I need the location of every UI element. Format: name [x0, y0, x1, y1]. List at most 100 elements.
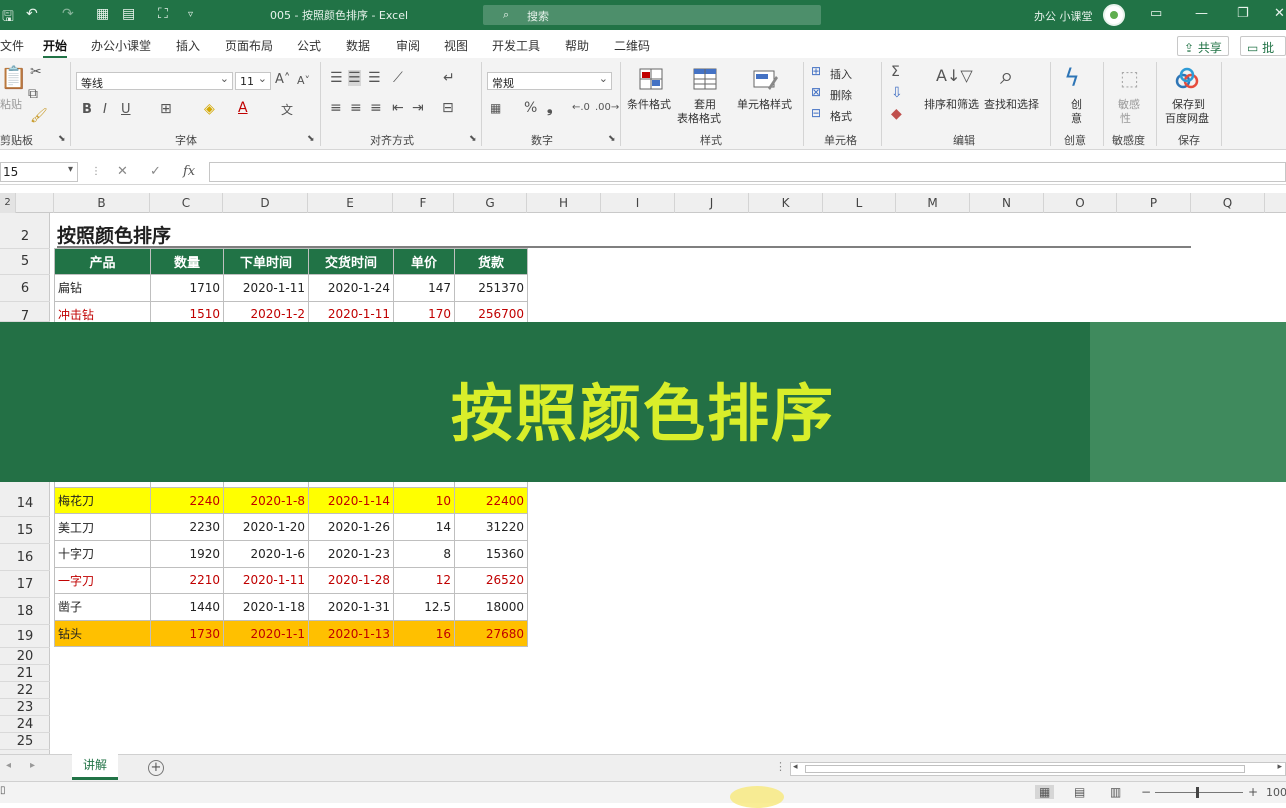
table-cell[interactable]: 2020-1-31	[308, 593, 394, 621]
orientation-icon[interactable]: ⟋	[393, 70, 403, 86]
column-header-n[interactable]: N	[970, 193, 1044, 213]
font-launcher-icon[interactable]: ⬊	[307, 134, 315, 144]
zoom-in-icon[interactable]: +	[1248, 785, 1258, 799]
table-cell[interactable]: 美工刀	[54, 513, 151, 541]
add-sheet-button[interactable]: +	[148, 760, 164, 776]
table-cell[interactable]: 1440	[150, 593, 224, 621]
comma-style-icon[interactable]: ❟	[547, 100, 553, 116]
column-header-b[interactable]: B	[54, 193, 150, 213]
row-header[interactable]: 21	[0, 665, 50, 682]
column-header-k[interactable]: K	[749, 193, 823, 213]
table-cell[interactable]: 27680	[454, 619, 528, 648]
ribbon-display-icon[interactable]: ▭	[1150, 6, 1162, 21]
page-break-view-icon[interactable]: ▥	[1110, 785, 1121, 799]
sort-filter-label[interactable]: 排序和筛选	[924, 96, 979, 112]
table-cell[interactable]: 31220	[454, 513, 528, 541]
customize-qat-icon[interactable]: ▿	[188, 9, 193, 20]
splitter-icon[interactable]: ⋮	[775, 760, 786, 773]
row-header[interactable]: 5	[0, 249, 50, 275]
table-cell[interactable]: 扁钻	[54, 274, 151, 302]
fill-color-icon[interactable]: ◈	[204, 101, 215, 117]
decrease-decimal-icon[interactable]: .00→	[595, 102, 619, 113]
menu-file[interactable]: 文件	[0, 37, 24, 54]
accounting-format-icon[interactable]: ▦	[490, 101, 501, 115]
save-cloud-label2[interactable]: 百度网盘	[1165, 110, 1209, 126]
percent-icon[interactable]: %	[524, 100, 537, 116]
normal-view-icon[interactable]: ▦	[1035, 785, 1055, 799]
decrease-font-icon[interactable]: A˅	[297, 74, 310, 87]
zoom-slider[interactable]	[1196, 787, 1199, 798]
clipboard-launcher-icon[interactable]: ⬊	[58, 134, 66, 144]
fill-icon[interactable]: ⇩	[891, 85, 903, 101]
menu-data[interactable]: 数据	[346, 37, 370, 54]
delete-cells-icon[interactable]: ⊠	[811, 85, 821, 99]
table-cell[interactable]: 2020-1-23	[308, 539, 394, 568]
table-cell[interactable]: 2020-1-11	[223, 566, 309, 595]
table-cell[interactable]: 12.5	[393, 593, 455, 621]
table-cell[interactable]: 一字刀	[54, 566, 151, 595]
align-bottom-icon[interactable]: ☰	[368, 70, 381, 86]
horizontal-scrollbar[interactable]: ◂ ▸	[790, 762, 1286, 776]
table-cell[interactable]: 2020-1-14	[308, 486, 394, 515]
table-cell[interactable]: 18000	[454, 593, 528, 621]
table-cell[interactable]: 14	[393, 513, 455, 541]
form-icon[interactable]: ▦	[96, 6, 109, 22]
row-header[interactable]: 6	[0, 275, 50, 302]
user-name[interactable]: 办公 小课堂	[1034, 8, 1093, 24]
select-all-corner[interactable]	[30, 193, 50, 213]
column-header-c[interactable]: C	[150, 193, 223, 213]
table-cell[interactable]: 2020-1-6	[223, 539, 309, 568]
scroll-left-icon[interactable]: ◂	[793, 762, 798, 772]
column-header-h[interactable]: H	[527, 193, 601, 213]
enter-icon[interactable]: ✓	[150, 164, 161, 179]
font-size-select[interactable]: 11	[235, 72, 271, 90]
phonetic-icon[interactable]: 文	[281, 101, 293, 118]
table-cell[interactable]: 22400	[454, 486, 528, 515]
table-cell[interactable]: 2230	[150, 513, 224, 541]
table-cell[interactable]: 2020-1-20	[223, 513, 309, 541]
clear-icon[interactable]: ◆	[891, 106, 902, 122]
menu-insert[interactable]: 插入	[176, 37, 200, 54]
sheet-tab[interactable]: 讲解	[72, 754, 118, 780]
format-as-table-icon[interactable]	[692, 66, 718, 92]
increase-indent-icon[interactable]: ⇥	[412, 100, 424, 116]
menu-view[interactable]: 视图	[444, 37, 468, 54]
tree-icon[interactable]: ⛶	[158, 6, 168, 22]
table-cell[interactable]: 2020-1-18	[223, 593, 309, 621]
conditional-format-icon[interactable]	[638, 66, 664, 92]
idea-icon[interactable]: ϟ	[1064, 64, 1080, 92]
row-header[interactable]: 14	[0, 490, 50, 517]
scroll-right-icon[interactable]: ▸	[1277, 762, 1282, 772]
column-header-d[interactable]: D	[223, 193, 308, 213]
undo-icon[interactable]: ↶	[26, 6, 38, 22]
table-cell[interactable]: 1730	[150, 619, 224, 648]
row-header[interactable]: 7	[0, 302, 50, 322]
table-cell[interactable]: 10	[393, 486, 455, 515]
table-cell[interactable]: 15360	[454, 539, 528, 568]
sheet-title[interactable]: 按照颜色排序	[57, 221, 171, 248]
find-select-icon[interactable]: ⌕	[1000, 62, 1013, 90]
table-cell[interactable]: 钻头	[54, 619, 151, 648]
header-payment[interactable]: 货款	[454, 248, 528, 275]
zoom-track[interactable]	[1155, 792, 1243, 793]
page-layout-view-icon[interactable]: ▤	[1074, 785, 1085, 799]
scroll-tabs-left-icon[interactable]: ◂	[6, 760, 11, 771]
table-cell[interactable]: 2020-1-28	[308, 566, 394, 595]
idea-label2[interactable]: 意	[1071, 110, 1082, 126]
font-name-select[interactable]: 等线	[76, 72, 233, 90]
sort-filter-icon[interactable]: A↓▽	[936, 66, 973, 85]
format-cells-icon[interactable]: ⊟	[811, 106, 821, 120]
minimize-icon[interactable]: —	[1195, 6, 1208, 21]
zoom-level[interactable]: 100	[1266, 786, 1286, 799]
search-box[interactable]: ⌕ 搜索	[483, 5, 821, 25]
bold-icon[interactable]: B	[82, 102, 92, 117]
redo-icon[interactable]: ↷	[62, 6, 74, 22]
table-cell[interactable]: 2020-1-8	[223, 486, 309, 515]
insert-cells-label[interactable]: 插入	[830, 66, 852, 82]
format-as-table-label2[interactable]: 表格格式	[677, 110, 721, 126]
table-cell[interactable]: 梅花刀	[54, 486, 151, 515]
table-cell[interactable]: 26520	[454, 566, 528, 595]
copy-icon[interactable]: ⧉	[28, 86, 38, 102]
decrease-indent-icon[interactable]: ⇤	[392, 100, 404, 116]
table-cell[interactable]: 2020-1-11	[223, 274, 309, 302]
